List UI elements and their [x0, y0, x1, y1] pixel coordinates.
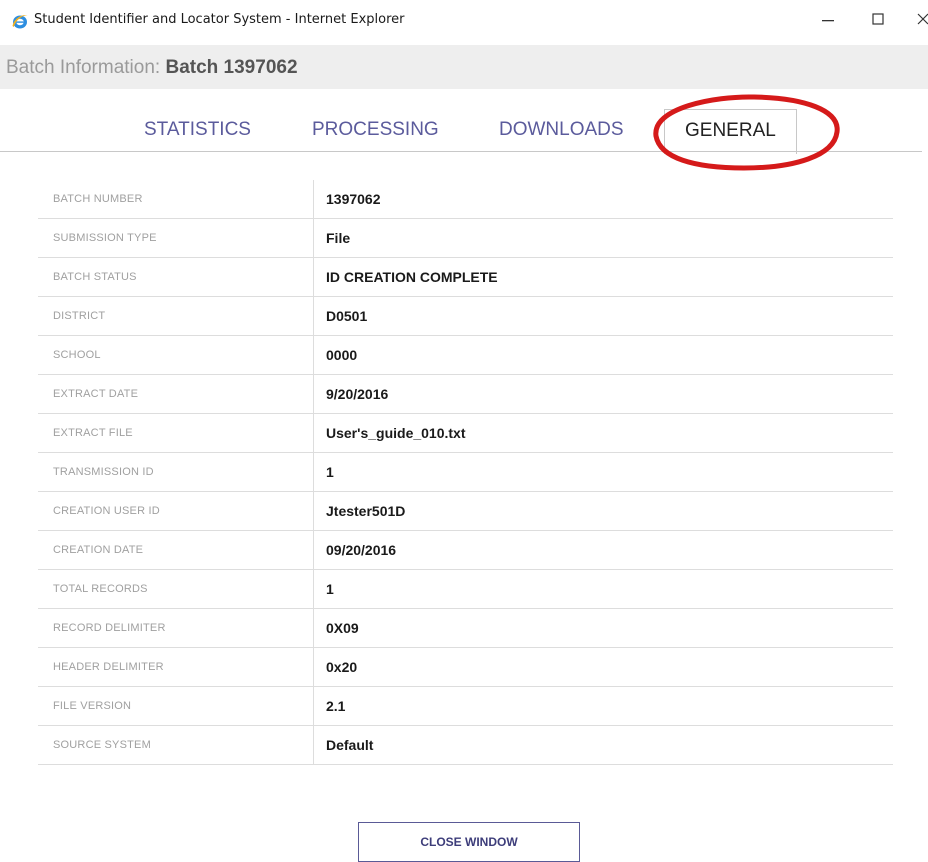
row-value: 09/20/2016 — [313, 530, 893, 570]
table-row: BATCH NUMBER 1397062 — [38, 180, 893, 219]
close-window-button[interactable]: CLOSE WINDOW — [358, 822, 580, 862]
table-row: EXTRACT DATE 9/20/2016 — [38, 374, 893, 414]
window-titlebar: Student Identifier and Locator System - … — [0, 0, 928, 42]
tab-statistics[interactable]: STATISTICS — [144, 119, 251, 141]
row-value: 0000 — [313, 335, 893, 375]
row-label: SUBMISSION TYPE — [38, 218, 314, 258]
window-title: Student Identifier and Locator System - … — [34, 12, 405, 27]
maximize-icon — [872, 12, 884, 30]
row-value: 1 — [313, 452, 893, 492]
row-value: ID CREATION COMPLETE — [313, 257, 893, 297]
table-row: CREATION USER ID Jtester501D — [38, 491, 893, 531]
row-label: TOTAL RECORDS — [38, 569, 314, 609]
row-label: CREATION DATE — [38, 530, 314, 570]
table-row: FILE VERSION 2.1 — [38, 686, 893, 726]
row-label: RECORD DELIMITER — [38, 608, 314, 648]
tab-general[interactable]: GENERAL — [664, 109, 797, 154]
table-row: EXTRACT FILE User's_guide_010.txt — [38, 413, 893, 453]
table-row: SOURCE SYSTEM Default — [38, 725, 893, 765]
tab-processing[interactable]: PROCESSING — [312, 119, 439, 141]
table-row: TOTAL RECORDS 1 — [38, 569, 893, 609]
row-label: EXTRACT FILE — [38, 413, 314, 453]
row-value: Jtester501D — [313, 491, 893, 531]
row-value: File — [313, 218, 893, 258]
row-label: EXTRACT DATE — [38, 374, 314, 414]
row-label: FILE VERSION — [38, 686, 314, 726]
table-row: RECORD DELIMITER 0X09 — [38, 608, 893, 648]
row-label: SCHOOL — [38, 335, 314, 375]
row-label: SOURCE SYSTEM — [38, 725, 314, 765]
general-info-table: BATCH NUMBER 1397062 SUBMISSION TYPE Fil… — [38, 180, 893, 765]
tab-downloads[interactable]: DOWNLOADS — [499, 119, 624, 141]
minimize-button[interactable] — [808, 6, 848, 36]
tab-divider — [0, 151, 922, 152]
close-icon — [917, 12, 928, 30]
row-value: Default — [313, 725, 893, 765]
row-label: HEADER DELIMITER — [38, 647, 314, 687]
batch-name: Batch 1397062 — [165, 57, 298, 78]
table-row: SUBMISSION TYPE File — [38, 218, 893, 258]
row-value: 1397062 — [313, 180, 893, 219]
row-label: TRANSMISSION ID — [38, 452, 314, 492]
row-value: 1 — [313, 569, 893, 609]
row-value: User's_guide_010.txt — [313, 413, 893, 453]
maximize-button[interactable] — [858, 6, 898, 36]
batch-header: Batch Information: Batch 1397062 — [0, 45, 928, 89]
minimize-icon — [822, 12, 834, 30]
page-title: Batch Information: Batch 1397062 — [6, 57, 298, 79]
batch-info-label: Batch Information: — [6, 57, 161, 78]
row-label: BATCH NUMBER — [38, 180, 314, 219]
table-row: HEADER DELIMITER 0x20 — [38, 647, 893, 687]
table-row: CREATION DATE 09/20/2016 — [38, 530, 893, 570]
row-value: 2.1 — [313, 686, 893, 726]
internet-explorer-icon — [11, 12, 29, 30]
row-label: BATCH STATUS — [38, 257, 314, 297]
close-window-control[interactable] — [908, 6, 928, 36]
table-row: TRANSMISSION ID 1 — [38, 452, 893, 492]
table-row: BATCH STATUS ID CREATION COMPLETE — [38, 257, 893, 297]
row-value: D0501 — [313, 296, 893, 336]
row-label: CREATION USER ID — [38, 491, 314, 531]
row-value: 0X09 — [313, 608, 893, 648]
table-row: SCHOOL 0000 — [38, 335, 893, 375]
row-value: 9/20/2016 — [313, 374, 893, 414]
row-value: 0x20 — [313, 647, 893, 687]
table-row: DISTRICT D0501 — [38, 296, 893, 336]
tab-bar: STATISTICS PROCESSING DOWNLOADS GENERAL — [0, 105, 928, 154]
row-label: DISTRICT — [38, 296, 314, 336]
